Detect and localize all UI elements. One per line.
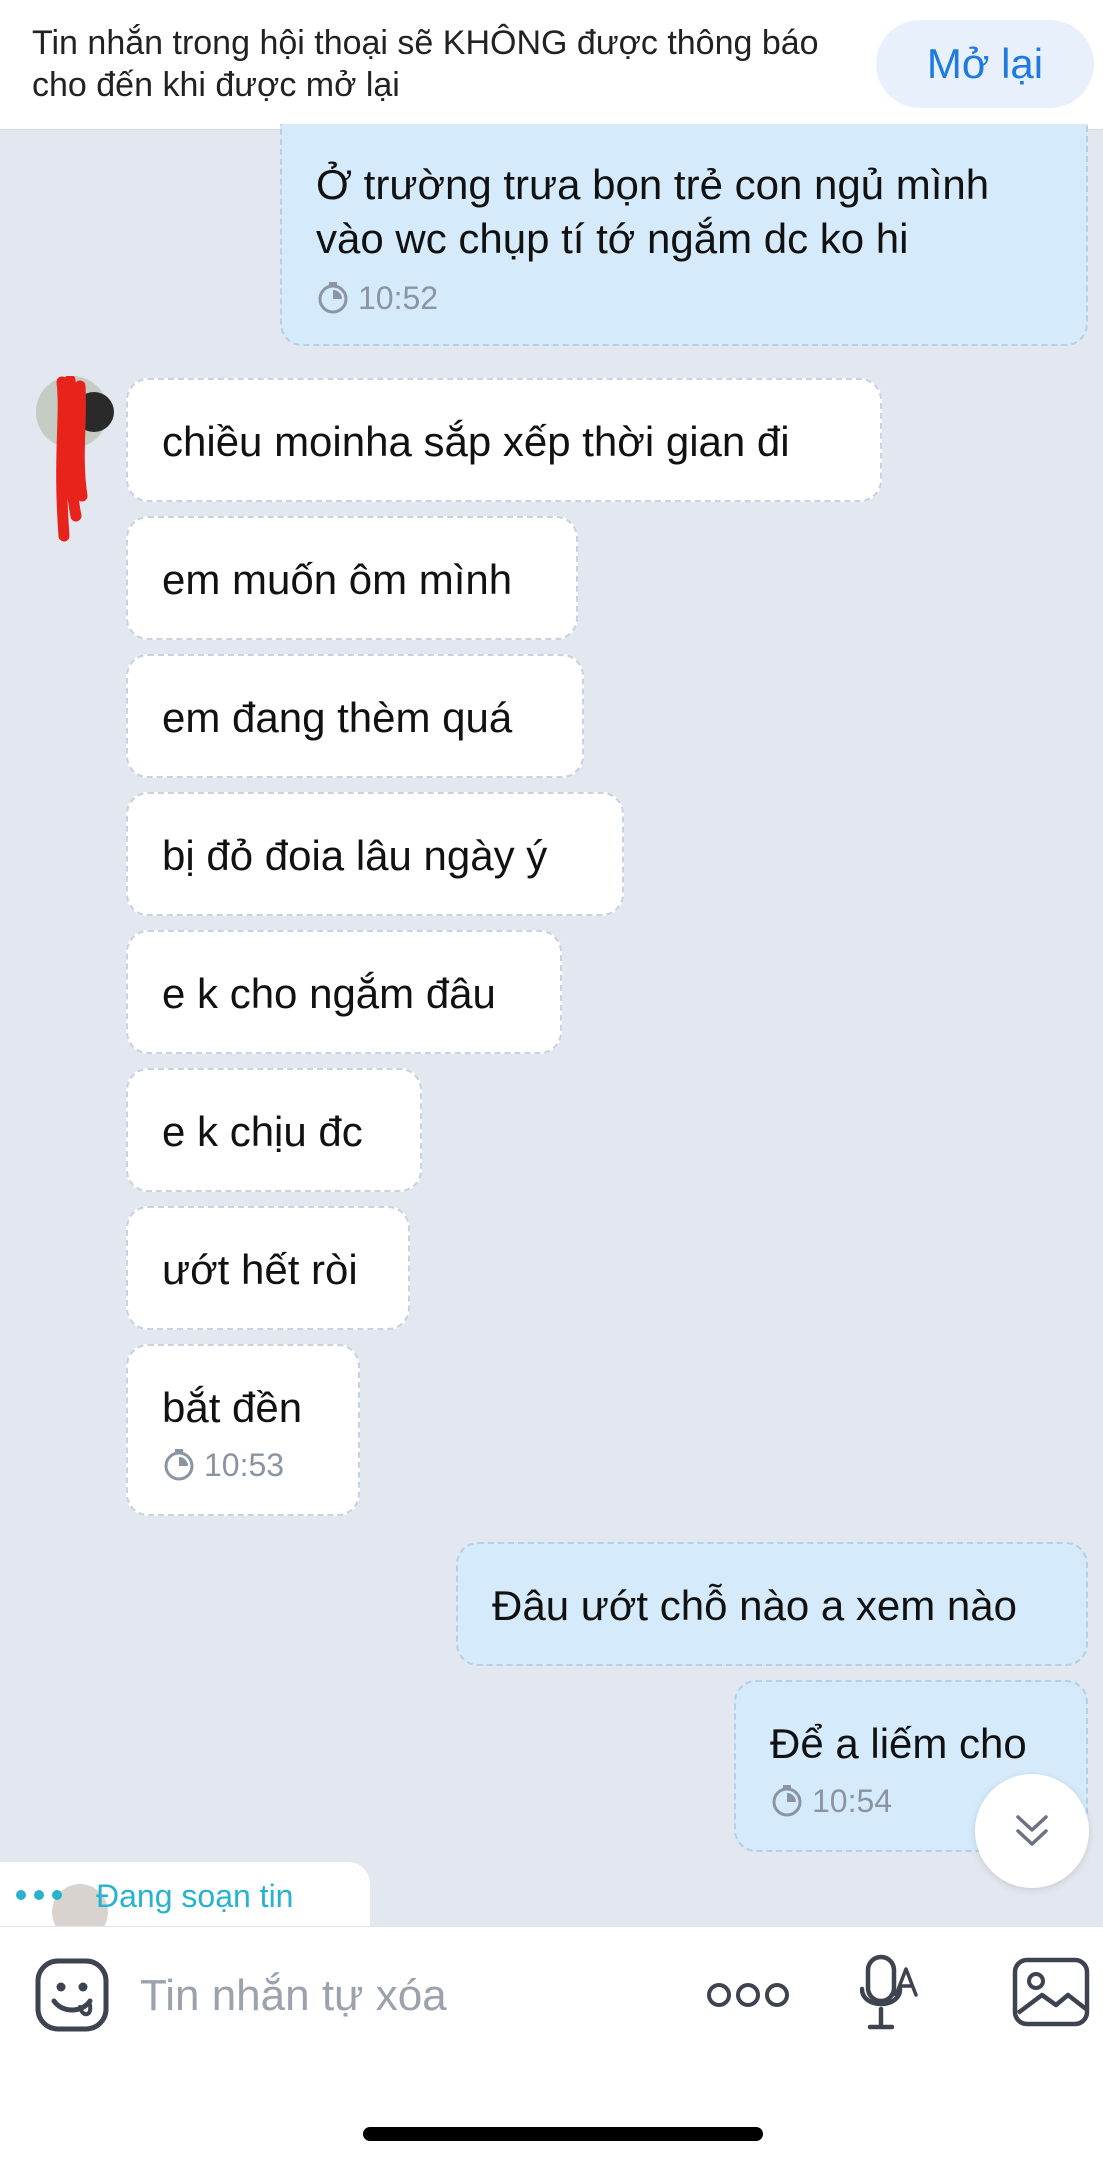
home-indicator <box>363 2127 763 2141</box>
typing-indicator: Đang soạn tin <box>0 1862 370 1940</box>
message-time: 10:54 <box>812 1783 893 1819</box>
chevron-double-down-icon <box>1016 1815 1048 1846</box>
message-bubble-incoming[interactable]: chiều moinha sắp xếp thời gian đi <box>126 378 882 502</box>
scroll-to-bottom-button[interactable] <box>975 1774 1089 1888</box>
message-bubble-incoming[interactable]: e k cho ngắm đâu <box>126 930 562 1054</box>
message-bubble-incoming[interactable]: bắt đền 10:53 <box>126 1344 360 1516</box>
emoji-icon[interactable] <box>34 1957 110 2033</box>
message-text: Đâu ướt chỗ nào a xem nào <box>492 1582 1017 1629</box>
reopen-button[interactable]: Mở lại <box>876 20 1094 108</box>
avatar-redaction-mark <box>36 376 114 542</box>
voice-text-icon[interactable] <box>860 1953 920 2037</box>
message-text: bắt đền <box>162 1384 303 1431</box>
typing-label: Đang soạn tin <box>96 1878 294 1914</box>
message-text: ướt hết ròi <box>162 1246 358 1293</box>
message-text: chiều moinha sắp xếp thời gian đi <box>162 418 790 465</box>
mute-notice-text: Tin nhắn trong hội thoại sẽ KHÔNG được t… <box>32 24 819 104</box>
clock-icon <box>318 282 348 314</box>
message-text: bị đỏ đoia lâu ngày ý <box>162 832 548 879</box>
composer-bar <box>0 1926 1103 2170</box>
mute-notice-bar: Tin nhắn trong hội thoại sẽ KHÔNG được t… <box>0 0 1103 130</box>
message-bubble-incoming[interactable]: em muốn ôm mình <box>126 516 578 640</box>
clock-icon <box>164 1449 194 1481</box>
image-icon[interactable] <box>1012 1957 1090 2027</box>
message-bubble-incoming[interactable]: bị đỏ đoia lâu ngày ý <box>126 792 624 916</box>
clock-icon <box>772 1785 802 1817</box>
message-text: Để a liếm cho <box>770 1720 1027 1767</box>
contact-avatar[interactable] <box>36 376 114 542</box>
message-time: 10:52 <box>358 280 439 316</box>
typing-dots-icon <box>16 1890 62 1900</box>
message-text: e k cho ngắm đâu <box>162 970 496 1017</box>
message-meta: 10:53 <box>162 1445 324 1485</box>
message-bubble-incoming[interactable]: ướt hết ròi <box>126 1206 410 1330</box>
message-text: em đang thèm quá <box>162 694 513 741</box>
message-text: e k chịu đc <box>162 1108 363 1155</box>
message-input[interactable] <box>140 1961 660 2031</box>
more-dots-icon[interactable] <box>706 1977 790 2013</box>
message-time: 10:53 <box>204 1447 285 1483</box>
message-text: em muốn ôm mình <box>162 556 513 603</box>
message-text-line: Ở trường trưa bọn trẻ con ngủ mình <box>316 161 990 208</box>
message-bubble-incoming[interactable]: em đang thèm quá <box>126 654 584 778</box>
message-bubble-outgoing[interactable]: Ở trường trưa bọn trẻ con ngủ mình vào w… <box>280 124 1088 346</box>
message-meta: 10:52 <box>316 278 1052 318</box>
message-bubble-incoming[interactable]: e k chịu đc <box>126 1068 422 1192</box>
message-text-line: vào wc chụp tí tớ ngắm dc ko hi <box>316 215 909 262</box>
message-bubble-outgoing[interactable]: Đâu ướt chỗ nào a xem nào <box>456 1542 1088 1666</box>
